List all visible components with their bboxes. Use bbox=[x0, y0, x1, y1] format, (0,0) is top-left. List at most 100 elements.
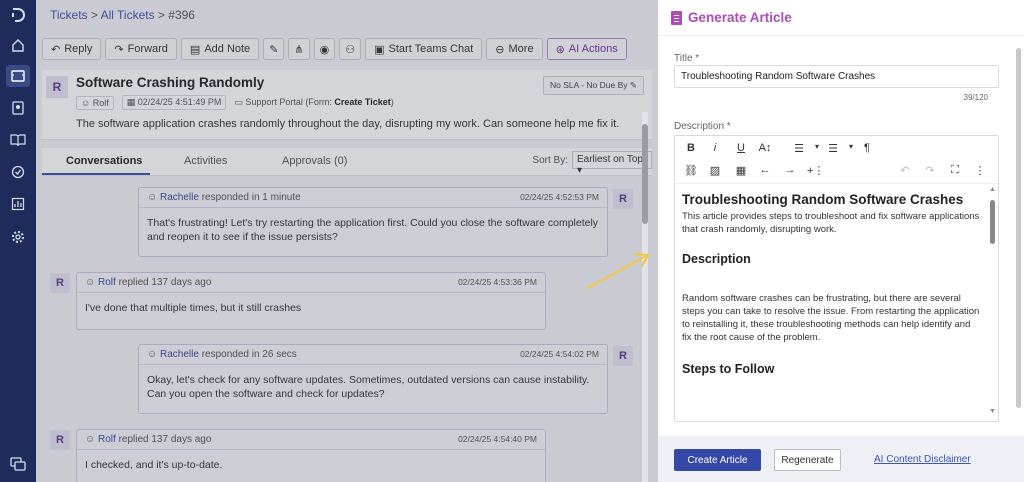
italic-icon[interactable]: i bbox=[707, 142, 723, 154]
numbered-list-icon[interactable]: ☰ bbox=[791, 142, 807, 155]
sort-select[interactable]: Earliest on Top ▾ bbox=[572, 151, 652, 176]
message-body: I've done that multiple times, but it st… bbox=[85, 302, 302, 314]
reply-button[interactable]: ↶ Reply bbox=[42, 38, 102, 60]
author-name: Rachelle bbox=[160, 192, 199, 203]
reports-icon[interactable] bbox=[9, 195, 27, 213]
scroll-up-icon[interactable]: ▲ bbox=[989, 186, 996, 193]
indent-icon[interactable]: → bbox=[782, 164, 798, 176]
share-button[interactable]: ⋔ bbox=[288, 38, 310, 60]
insert-more-icon[interactable]: +⋮ bbox=[807, 164, 824, 177]
underline-icon[interactable]: U bbox=[733, 142, 749, 154]
message-item: ☺ Rachelle responded in 26 secs 02/24/25 … bbox=[138, 344, 608, 414]
create-article-button[interactable]: Create Article bbox=[674, 449, 761, 471]
title-char-counter: 39/120 bbox=[963, 93, 988, 102]
add-person-icon: ⚇ bbox=[345, 43, 356, 56]
forward-button[interactable]: ↷ Forward bbox=[105, 38, 177, 60]
contacts-icon[interactable] bbox=[9, 99, 27, 117]
font-size-icon[interactable]: A↕ bbox=[757, 142, 773, 154]
breadcrumb-all-tickets[interactable]: All Tickets bbox=[101, 8, 155, 22]
watch-button[interactable]: ◉ bbox=[313, 38, 336, 60]
scrollbar-thumb[interactable] bbox=[642, 124, 648, 224]
portal-icon: ▭ bbox=[234, 97, 243, 107]
breadcrumb-tickets[interactable]: Tickets bbox=[50, 8, 88, 22]
requester-chip[interactable]: ☺ Rolf bbox=[76, 95, 114, 110]
panel-footer: Create Article Regenerate AI Content Dis… bbox=[658, 436, 1024, 482]
rich-text-editor[interactable]: B i U A↕ ☰ ▾ ☰ ▾ ¶ ⛓ ▨ ▦ ← → +⋮ ↶ ↷ ⛶ ⋮ bbox=[674, 135, 999, 422]
document-icon bbox=[671, 11, 682, 25]
source-form: Create Ticket bbox=[334, 97, 391, 107]
source-info: ▭ Support Portal (Form: Create Ticket) bbox=[234, 97, 393, 108]
tasks-icon[interactable] bbox=[9, 163, 27, 181]
scroll-down-icon[interactable]: ▼ bbox=[989, 408, 996, 415]
message-action: responded in 26 secs bbox=[198, 349, 297, 360]
assign-button[interactable]: ⚇ bbox=[339, 38, 362, 60]
article-heading: Troubleshooting Random Software Crashes bbox=[682, 192, 964, 207]
message-item: ☺ Rolf replied 137 days ago 02/24/25 4:53… bbox=[76, 272, 546, 330]
message-item: ☺ Rachelle responded in 1 minute 02/24/25… bbox=[138, 187, 608, 257]
generate-article-panel: Generate Article Title * Troubleshooting… bbox=[658, 0, 1024, 482]
editor-content[interactable]: Troubleshooting Random Software Crashes … bbox=[675, 184, 998, 421]
calendar-icon: ▦ bbox=[126, 97, 136, 107]
tab-activities[interactable]: Activities bbox=[184, 155, 227, 167]
message-action: replied 137 days ago bbox=[115, 434, 212, 445]
panel-header: Generate Article bbox=[658, 0, 1024, 36]
tab-approvals[interactable]: Approvals (0) bbox=[282, 155, 347, 167]
paragraph-icon[interactable]: ¶ bbox=[859, 142, 875, 154]
panel-scrollbar[interactable] bbox=[1016, 40, 1022, 435]
user-icon: ☺ bbox=[85, 277, 96, 288]
message-header: ☺ Rachelle responded in 1 minute 02/24/25… bbox=[139, 188, 607, 208]
article-title-input[interactable]: Troubleshooting Random Software Crashes bbox=[674, 65, 999, 88]
author-name: Rolf bbox=[98, 277, 116, 288]
tab-conversations[interactable]: Conversations bbox=[66, 155, 142, 167]
outdent-icon[interactable]: ← bbox=[757, 164, 773, 176]
logo-icon[interactable] bbox=[9, 6, 27, 24]
title-label: Title * bbox=[674, 53, 700, 64]
more-icon: ⊖ bbox=[495, 43, 505, 56]
image-icon[interactable]: ▨ bbox=[707, 164, 723, 177]
panel-body: Title * Troubleshooting Random Software … bbox=[658, 36, 1024, 436]
ticket-title: Software Crashing Randomly bbox=[76, 75, 265, 90]
knowledge-base-icon[interactable] bbox=[9, 131, 27, 149]
ai-actions-button[interactable]: ⊛ AI Actions bbox=[546, 38, 627, 60]
responder-avatar: R bbox=[613, 346, 633, 366]
scrollbar-thumb[interactable] bbox=[1016, 48, 1021, 408]
editor-scrollbar[interactable]: ▲ ▼ bbox=[989, 186, 996, 418]
add-note-button[interactable]: ▤ Add Note bbox=[180, 38, 260, 60]
more-button[interactable]: ⊖ More bbox=[486, 38, 543, 60]
ai-disclaimer-link[interactable]: AI Content Disclaimer bbox=[874, 454, 971, 465]
table-icon[interactable]: ▦ bbox=[733, 164, 749, 177]
ai-actions-label: AI Actions bbox=[568, 43, 618, 55]
chat-icon[interactable] bbox=[9, 455, 27, 473]
panel-title: Generate Article bbox=[688, 10, 792, 25]
bold-icon[interactable]: B bbox=[683, 142, 699, 154]
caret-down-icon: ▾ bbox=[577, 165, 583, 176]
bulleted-list-icon[interactable]: ☰ bbox=[825, 142, 841, 155]
undo-icon[interactable]: ↶ bbox=[897, 164, 913, 177]
created-date-chip: ▦ 02/24/25 4:51:49 PM bbox=[121, 95, 227, 110]
message-time: 02/24/25 4:52:53 PM bbox=[520, 192, 599, 202]
ticket-detail: Tickets > All Tickets > #396 ↶ Reply ↷ For… bbox=[36, 0, 658, 482]
edit-button[interactable]: ✎ bbox=[263, 38, 285, 60]
sla-chip[interactable]: No SLA - No Due By ✎ bbox=[543, 76, 644, 95]
message-time: 02/24/25 4:53:36 PM bbox=[458, 277, 537, 287]
conversation-tabs: Conversations Activities Approvals (0) S… bbox=[42, 148, 652, 176]
settings-gear-icon[interactable] bbox=[9, 228, 27, 246]
caret-down-icon[interactable]: ▾ bbox=[809, 142, 825, 151]
scrollbar-thumb[interactable] bbox=[990, 200, 995, 244]
link-icon[interactable]: ⛓ bbox=[683, 164, 699, 177]
ai-icon: ⊛ bbox=[555, 43, 565, 56]
add-note-label: Add Note bbox=[204, 43, 251, 55]
more-options-icon[interactable]: ⋮ bbox=[972, 164, 988, 177]
teams-chat-button[interactable]: ▣ Start Teams Chat bbox=[365, 38, 483, 60]
pencil-icon: ✎ bbox=[269, 43, 279, 56]
message-header: ☺ Rolf replied 137 days ago 02/24/25 4:53… bbox=[77, 273, 545, 293]
regenerate-button[interactable]: Regenerate bbox=[774, 449, 841, 471]
caret-down-icon[interactable]: ▾ bbox=[843, 142, 859, 151]
home-icon[interactable] bbox=[9, 36, 27, 54]
redo-icon[interactable]: ↷ bbox=[922, 164, 938, 177]
agent-icon: ☺ bbox=[147, 349, 158, 360]
forward-label: Forward bbox=[127, 43, 168, 55]
tickets-icon[interactable] bbox=[6, 65, 30, 87]
fullscreen-icon[interactable]: ⛶ bbox=[947, 164, 963, 177]
message-time: 02/24/25 4:54:02 PM bbox=[520, 349, 599, 359]
